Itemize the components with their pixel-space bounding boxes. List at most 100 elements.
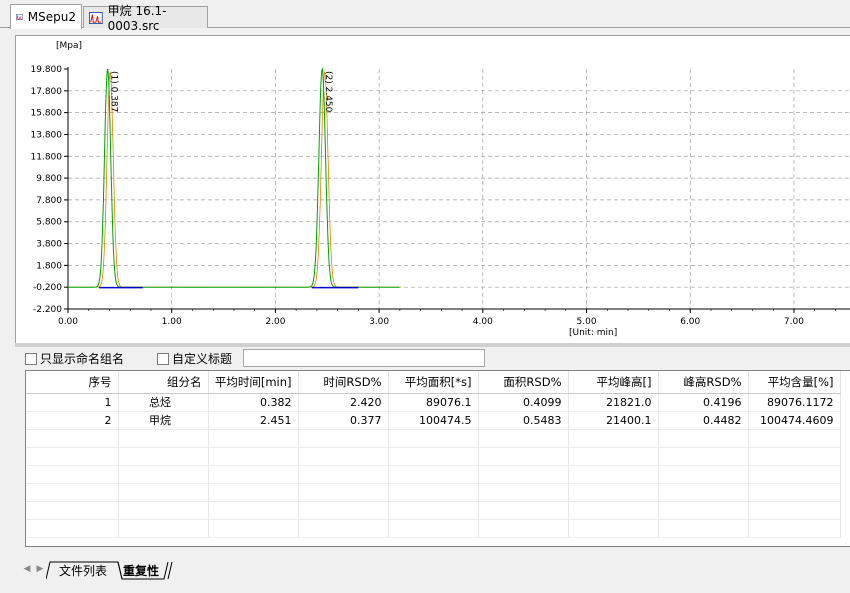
tab-source-file[interactable]: 甲烷 16.1-0003.src [83,4,208,33]
y-tick-label: 19.800 [31,65,63,75]
chromatogram-icon [16,14,23,20]
x-tick-label: 0.00 [58,317,78,327]
table-cell [298,483,389,502]
options-bar: 只显示命名组名 自定义标题 [15,347,850,369]
table-cell: 21400.1 [568,411,659,430]
y-tick-label: 1.800 [36,261,62,271]
table-cell: 0.377 [298,411,389,430]
y-axis-unit: [Mpa] [56,41,82,51]
y-tick-label: 7.800 [36,196,62,206]
document-tab-bar: MSepu2 甲烷 16.1-0003.src [0,0,850,33]
table-cell [388,465,479,484]
column-header[interactable]: 平均时间[min] [208,371,299,394]
x-tick-label: 5.00 [577,317,597,327]
custom-title-input[interactable] [243,349,485,367]
checkbox-box[interactable] [157,352,169,365]
column-header[interactable]: 平均峰高[] [568,371,659,394]
table-cell [748,483,841,502]
table-row[interactable]: 2 甲烷 2.451 0.377 100474.5 0.5483 21400.1 0.4482… [26,411,841,430]
custom-title-checkbox[interactable]: 自定义标题 [157,350,232,367]
table-cell [118,519,209,538]
tab-msepu2[interactable]: MSepu2 [10,4,82,29]
table-cell: 2.420 [298,393,389,412]
table-cell [118,483,209,502]
table-cell [118,447,209,466]
x-tick-label: 7.00 [784,317,804,327]
checkbox-box[interactable] [25,352,37,365]
table-row[interactable]: 1 总烃 0.382 2.420 89076.1 0.4099 21821.0 0.4196 8… [26,393,841,412]
table-row[interactable] [26,519,841,538]
table-cell [118,465,209,484]
x-axis-unit: [Unit: min] [569,328,617,338]
table-cell [388,483,479,502]
y-tick-label: 11.800 [31,152,63,162]
peak-label: (1) 0.387 [109,71,119,112]
repeatability-table[interactable]: 序号 组分名 平均时间[min] 时间RSD% 平均面积[*s] 面积RSD% 平均峰高[]… [25,370,850,547]
y-tick-label: -2.200 [33,305,62,315]
table-cell [26,465,119,484]
column-header[interactable]: 组分名 [118,371,209,394]
scroll-left-icon[interactable]: ◀ [21,562,33,576]
table-header-row: 序号 组分名 平均时间[min] 时间RSD% 平均面积[*s] 面积RSD% 平均峰高[]… [26,371,841,394]
column-header[interactable]: 序号 [26,371,119,394]
table-cell [568,465,659,484]
y-tick-label: 17.800 [31,87,63,97]
table-row[interactable] [26,429,841,448]
column-header[interactable]: 峰高RSD% [658,371,749,394]
table-cell [208,483,299,502]
tab-repeatability[interactable]: 重复性 [123,561,159,579]
table-cell: 21821.0 [568,393,659,412]
scroll-right-icon[interactable]: ▶ [34,562,46,576]
chromatogram-icon [89,11,103,24]
table-cell: 100474.4609 [748,411,841,430]
table-cell [658,447,749,466]
peak-label: (2) 2.450 [323,71,333,113]
x-tick-label: 6.00 [680,317,700,327]
table-cell: 0.4482 [658,411,749,430]
only-named-checkbox[interactable]: 只显示命名组名 [25,350,124,367]
table-cell [26,483,119,502]
column-header[interactable]: 面积RSD% [478,371,569,394]
table-row[interactable] [26,501,841,520]
table-cell [478,483,569,502]
table-cell [478,447,569,466]
results-grid: 序号 组分名 平均时间[min] 时间RSD% 平均面积[*s] 面积RSD% 平均峰高[]… [26,371,841,538]
table-row[interactable] [26,465,841,484]
x-tick-label: 3.00 [369,317,389,327]
table-cell [568,501,659,520]
table-row[interactable] [26,483,841,502]
table-cell [208,447,299,466]
table-cell [568,429,659,448]
table-cell [658,519,749,538]
table-cell: 89076.1172 [748,393,841,412]
table-cell: 89076.1 [388,393,479,412]
table-cell: 1 [26,393,119,412]
table-row[interactable] [26,447,841,466]
x-tick-label: 1.00 [162,317,182,327]
status-strip [0,586,850,593]
chromatogram-panel[interactable]: 19.800 17.800 15.800 13.800 11.800 9.800 7.800… [15,35,850,343]
table-cell [26,447,119,466]
table-cell [298,447,389,466]
tab-label: 文件列表 [59,563,108,578]
y-tick-label: 5.800 [36,218,62,228]
table-cell: 100474.5 [388,411,479,430]
table-cell [26,429,119,448]
table-cell [658,429,749,448]
tab-label: MSepu2 [27,10,76,24]
column-header[interactable]: 平均面积[*s] [388,371,479,394]
tab-file-list[interactable]: 文件列表 [59,561,107,579]
column-header[interactable]: 时间RSD% [298,371,389,394]
table-cell: 2 [26,411,119,430]
table-cell [208,465,299,484]
table-cell [208,501,299,520]
column-header[interactable]: 平均含量[%] [748,371,841,394]
table-cell [748,447,841,466]
table-cell [208,519,299,538]
table-cell [748,465,841,484]
tab-label: 重复性 [123,563,160,578]
chromatogram-chart[interactable]: 19.800 17.800 15.800 13.800 11.800 9.800 7.800… [16,36,850,344]
custom-title-label: 自定义标题 [172,352,233,366]
table-cell [658,483,749,502]
table-cell [26,519,119,538]
